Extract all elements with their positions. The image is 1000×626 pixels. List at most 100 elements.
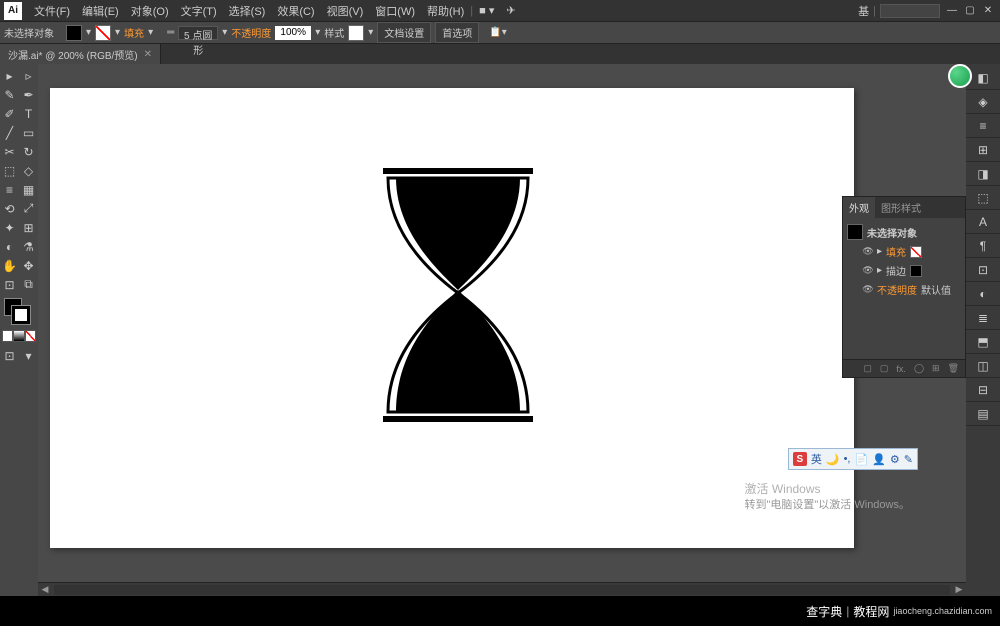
tool-magic-wand[interactable]: ✎ <box>0 85 19 104</box>
screen-mode[interactable]: ⊡ <box>0 346 19 365</box>
panel-trash-icon[interactable]: 🗑 <box>948 363 959 374</box>
tool-perspective[interactable]: ⊞ <box>19 218 38 237</box>
tool-symbol-sprayer[interactable]: ⊡ <box>0 275 19 294</box>
stroke-profile[interactable]: 5 点圆形 <box>178 26 218 40</box>
tool-gradient[interactable]: ⚗ <box>19 237 38 256</box>
tool-blob-brush[interactable]: ⬚ <box>0 161 19 180</box>
workspace-name[interactable]: 基 <box>858 3 869 19</box>
tool-shape-builder[interactable]: ✦ <box>0 218 19 237</box>
fill-swatch[interactable] <box>66 25 82 41</box>
dock-symbols[interactable]: ◨ <box>966 162 1000 186</box>
ime-icon[interactable]: 英 <box>811 451 822 467</box>
horizontal-scrollbar[interactable]: ◀ ▶ <box>38 582 966 596</box>
tool-column-graph[interactable]: ⧉ <box>19 275 38 294</box>
panel-fx-button[interactable]: fx. <box>896 364 906 374</box>
ime-icon[interactable]: 🌙 <box>826 453 840 466</box>
panel-opacity-row[interactable]: 👁 不透明度 默认值 <box>847 280 961 299</box>
ime-icon[interactable]: ⚙ <box>890 453 900 466</box>
maximize-button[interactable]: ▢ <box>962 4 978 18</box>
ime-icon[interactable]: ✎ <box>904 453 913 466</box>
dock-brushes[interactable]: ⊞ <box>966 138 1000 162</box>
color-gradient[interactable] <box>13 330 24 342</box>
ime-icon[interactable]: 👤 <box>872 453 886 466</box>
stroke-color[interactable] <box>12 306 30 324</box>
panel-new-fill-icon[interactable]: ▢ <box>863 363 872 374</box>
panel-fill-swatch[interactable] <box>910 246 922 258</box>
dock-stroke[interactable]: ⬚ <box>966 186 1000 210</box>
menu-edit[interactable]: 编辑(E) <box>76 3 125 19</box>
dock-artboards[interactable]: ⬒ <box>966 330 1000 354</box>
scroll-left-icon[interactable]: ◀ <box>38 583 52 597</box>
dock-appearance[interactable]: ⊡ <box>966 258 1000 282</box>
tool-rotate[interactable]: ≡ <box>0 180 19 199</box>
cloud-sync-badge[interactable] <box>948 64 972 88</box>
tab-close-icon[interactable]: ✕ <box>144 49 152 60</box>
menu-select[interactable]: 选择(S) <box>223 3 272 19</box>
tool-line[interactable]: ╱ <box>0 123 19 142</box>
tool-paintbrush[interactable]: ✂ <box>0 142 19 161</box>
cloud-icon[interactable]: ✈ <box>500 4 521 17</box>
color-none[interactable] <box>25 330 36 342</box>
tool-eraser[interactable]: ◇ <box>19 161 38 180</box>
panel-duplicate-icon[interactable]: ⊞ <box>932 363 940 374</box>
tool-lasso[interactable]: ✒ <box>19 85 38 104</box>
tool-eyedropper[interactable]: ✋ <box>0 256 19 275</box>
visibility-icon[interactable]: 👁 <box>863 266 873 276</box>
dock-transform[interactable]: ◫ <box>966 354 1000 378</box>
screen-mode-toggle[interactable]: ▾ <box>19 346 38 365</box>
tool-mesh[interactable]: ◐ <box>0 237 19 256</box>
canvas-area[interactable]: S 英 🌙 •, 📄 👤 ⚙ ✎ 激活 Windows 转到"电脑设置"以激活 … <box>38 64 966 596</box>
fill-stroke-swatches[interactable] <box>2 298 36 326</box>
dock-gradient[interactable]: A <box>966 210 1000 234</box>
style-swatch[interactable] <box>348 25 364 41</box>
tool-width[interactable]: ⟲ <box>0 199 19 218</box>
panel-new-stroke-icon[interactable]: ▢ <box>880 363 889 374</box>
tool-scale[interactable]: ▦ <box>19 180 38 199</box>
ime-toolbar[interactable]: S 英 🌙 •, 📄 👤 ⚙ ✎ <box>788 448 918 470</box>
workspace-label[interactable]: ■ ▾ <box>473 4 500 17</box>
dock-align[interactable]: ⊟ <box>966 378 1000 402</box>
panel-stroke-row[interactable]: 👁 ▸ 描边 <box>847 261 961 280</box>
panel-stroke-swatch[interactable] <box>910 265 922 277</box>
document-tab[interactable]: 沙漏.ai* @ 200% (RGB/预览) ✕ <box>0 44 161 64</box>
opacity-input[interactable]: 100% <box>275 26 311 40</box>
preferences-button[interactable]: 首选项 <box>435 22 479 43</box>
menu-file[interactable]: 文件(F) <box>28 3 76 19</box>
panel-tab-graphic-styles[interactable]: 图形样式 <box>875 197 927 218</box>
dock-swatches[interactable]: ≡ <box>966 114 1000 138</box>
search-input[interactable] <box>880 4 940 18</box>
appearance-panel[interactable]: 外观 图形样式 未选择对象 👁 ▸ 填充 👁 ▸ 描边 👁 不透明度 默认值 ▢… <box>842 196 966 378</box>
artboard[interactable] <box>50 88 854 548</box>
menu-object[interactable]: 对象(O) <box>125 3 175 19</box>
dock-graphic-styles[interactable]: ◐ <box>966 282 1000 306</box>
scroll-right-icon[interactable]: ▶ <box>952 583 966 597</box>
document-setup-button[interactable]: 文档设置 <box>377 22 431 43</box>
panel-fill-row[interactable]: 👁 ▸ 填充 <box>847 242 961 261</box>
tool-blend[interactable]: ✥ <box>19 256 38 275</box>
ime-icon[interactable]: 📄 <box>855 453 869 466</box>
color-solid[interactable] <box>2 330 13 342</box>
dock-transparency[interactable]: ¶ <box>966 234 1000 258</box>
dock-layers[interactable]: ≣ <box>966 306 1000 330</box>
menu-window[interactable]: 窗口(W) <box>369 3 421 19</box>
menu-effect[interactable]: 效果(C) <box>271 3 320 19</box>
stroke-swatch[interactable] <box>95 25 111 41</box>
scroll-track[interactable] <box>54 585 950 595</box>
tool-pen[interactable]: ✐ <box>0 104 19 123</box>
ime-icon[interactable]: •, <box>844 453 851 465</box>
menu-help[interactable]: 帮助(H) <box>421 3 470 19</box>
visibility-icon[interactable]: 👁 <box>863 285 873 295</box>
tool-rectangle[interactable]: ▭ <box>19 123 38 142</box>
visibility-icon[interactable]: 👁 <box>863 247 873 257</box>
panel-tab-appearance[interactable]: 外观 <box>843 197 875 218</box>
minimize-button[interactable]: — <box>944 4 960 18</box>
tool-pencil[interactable]: ↻ <box>19 142 38 161</box>
close-button[interactable]: ✕ <box>980 4 996 18</box>
tool-selection[interactable]: ▸ <box>0 66 19 85</box>
dock-pathfinder[interactable]: ▤ <box>966 402 1000 426</box>
panel-clear-icon[interactable]: ◯ <box>914 363 924 374</box>
menu-type[interactable]: 文字(T) <box>175 3 223 19</box>
dock-color-guide[interactable]: ◈ <box>966 90 1000 114</box>
tool-free-transform[interactable]: ⤢ <box>19 199 38 218</box>
tool-direct-selection[interactable]: ▹ <box>19 66 38 85</box>
